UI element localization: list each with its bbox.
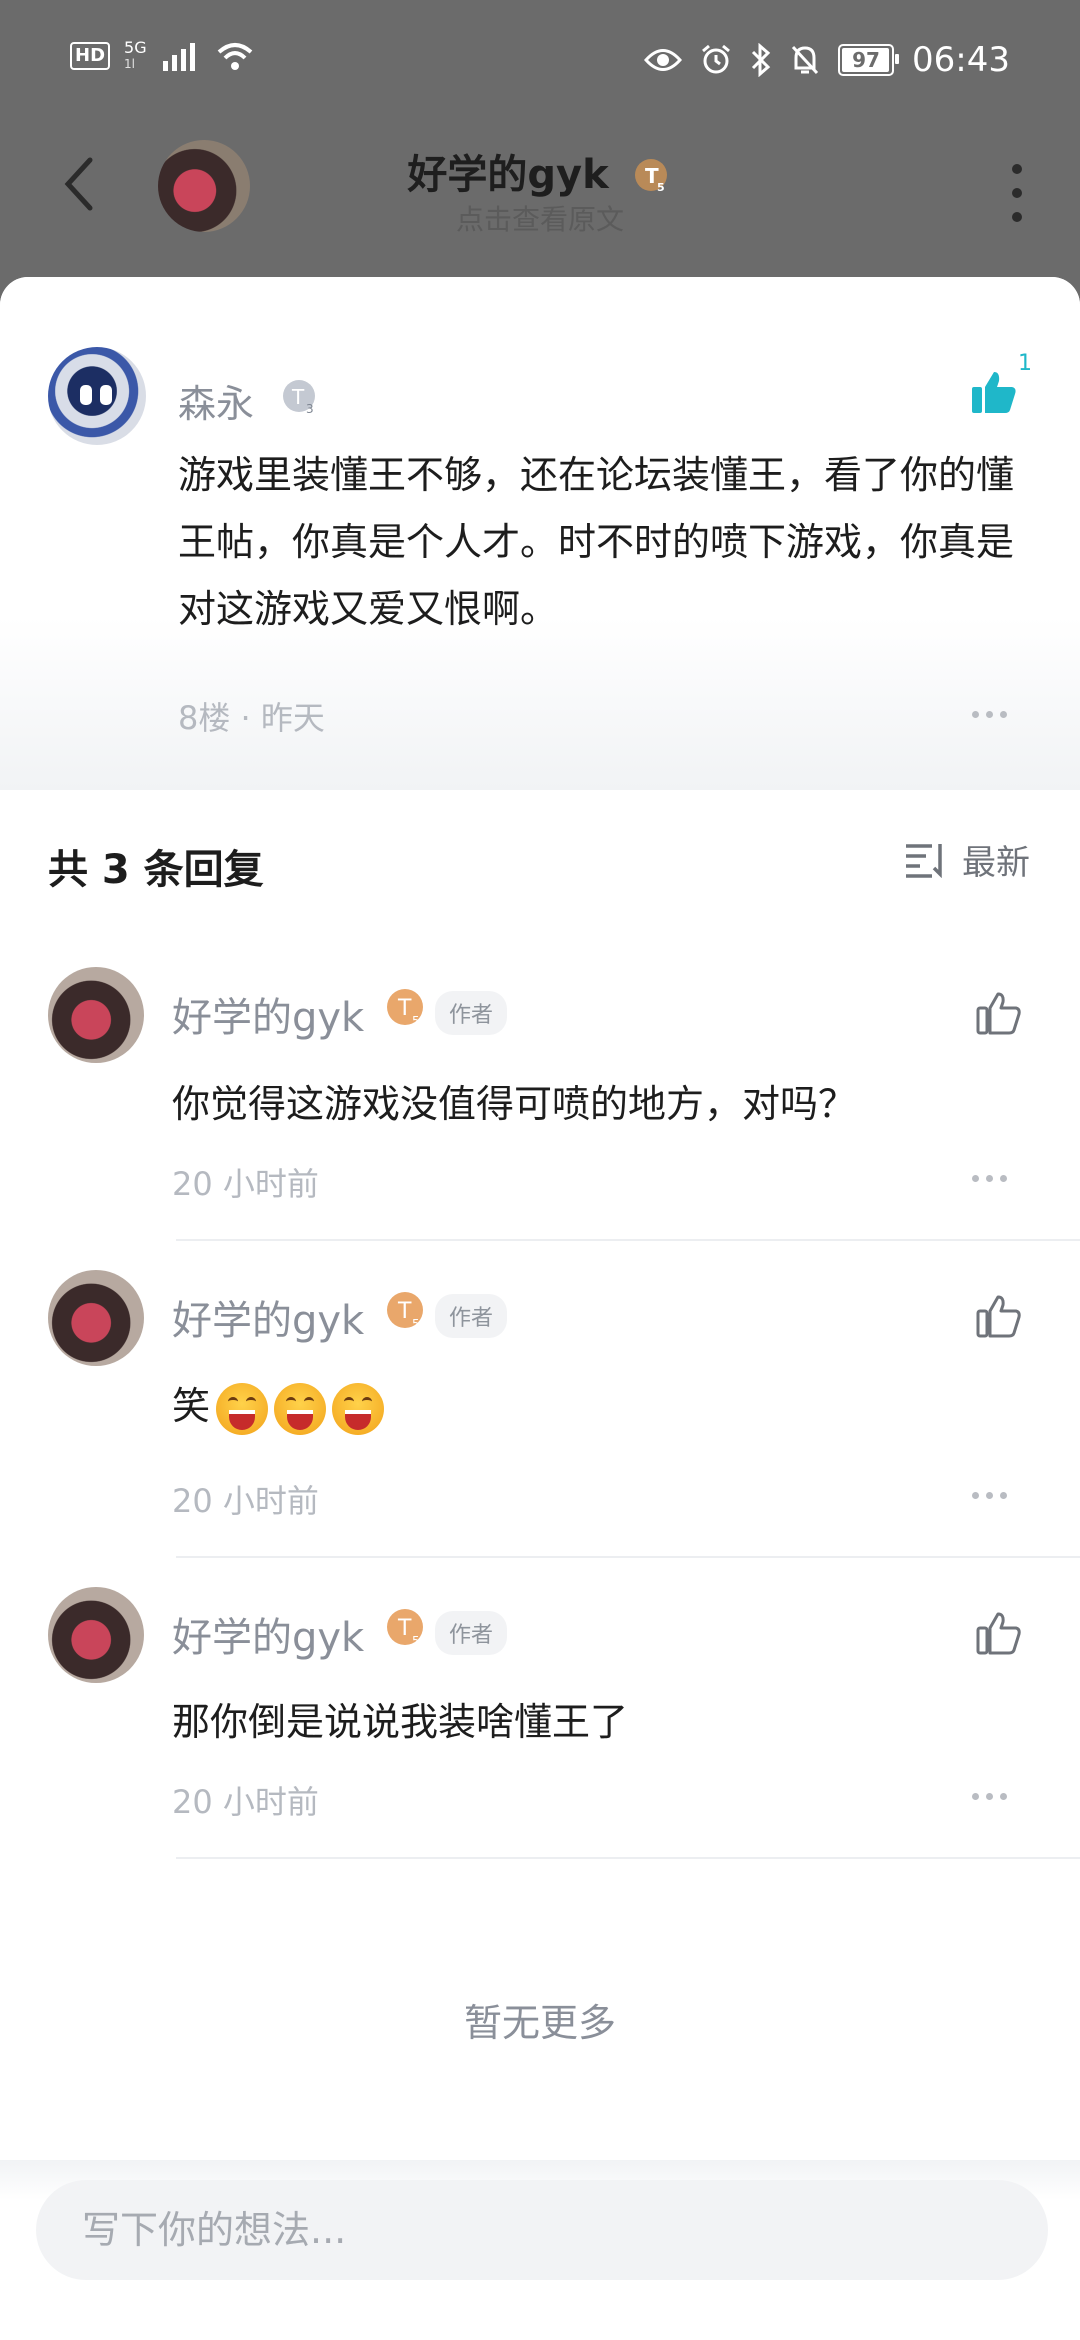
avatar[interactable] <box>48 967 144 1063</box>
header-title[interactable]: 好学的gyk T5 <box>0 142 1080 200</box>
author-badge: 作者 <box>435 1294 508 1338</box>
reply-text-label: 笑 <box>172 1384 211 1428</box>
thumbs-up-icon <box>976 1612 1021 1655</box>
reply-time: 20 小时前 <box>172 1482 319 1520</box>
avatar[interactable] <box>48 1587 144 1683</box>
author-badge: 作者 <box>435 1611 508 1655</box>
like-button[interactable] <box>976 1294 1022 1338</box>
svg-text:5: 5 <box>657 181 665 194</box>
comment-author[interactable]: 森永 <box>178 373 254 428</box>
reply-author[interactable]: 好学的gyk <box>172 1605 364 1663</box>
avatar[interactable] <box>48 347 146 445</box>
mute-bell-icon <box>791 45 819 75</box>
reply-text: 那你倒是说说我装啥懂王了 <box>172 1700 629 1744</box>
avatar[interactable] <box>48 1270 144 1366</box>
like-button[interactable]: 1 <box>970 351 1032 415</box>
thumbs-up-icon <box>976 1295 1021 1338</box>
level-badge-icon: T5 <box>385 987 429 1031</box>
status-bar: HD 5G 1l 97 06:43 <box>0 0 1080 120</box>
comment-more-button[interactable] <box>972 711 1007 718</box>
wifi-icon <box>217 43 252 70</box>
reply-time: 20 小时前 <box>172 1783 319 1821</box>
reply-input[interactable]: 写下你的想法... <box>36 2180 1048 2280</box>
divider <box>176 1556 1080 1558</box>
clock: 06:43 <box>912 40 1010 80</box>
svg-text:5: 5 <box>412 1317 420 1331</box>
list-item: 好学的gyk T5 作者 那你倒是说说我装啥懂王了 20 小时前 <box>0 1587 1080 1887</box>
divider <box>176 1857 1080 1859</box>
grin-emoji-icon <box>216 1382 269 1435</box>
svg-text:5: 5 <box>412 1014 420 1028</box>
list-item: 好学的gyk T5 作者 笑 20 小时前 <box>0 1270 1080 1580</box>
header-title-text: 好学的gyk <box>407 152 609 198</box>
thumbs-up-icon <box>976 992 1021 1035</box>
svg-text:T: T <box>397 996 412 1021</box>
reply-more-button[interactable] <box>972 1492 1007 1499</box>
grin-emoji-icon <box>274 1382 327 1435</box>
sort-button[interactable]: 最新 <box>904 835 1030 884</box>
level-badge-icon: T5 <box>385 1607 429 1651</box>
like-count: 1 <box>1018 351 1032 376</box>
network-sub-label: 1l <box>124 57 135 71</box>
comment-meta: 8楼 · 昨天 <box>178 699 325 737</box>
more-options-button[interactable] <box>1012 164 1022 222</box>
header-subtitle[interactable]: 点击查看原文 <box>0 198 1080 238</box>
status-right: 97 06:43 <box>644 40 1010 80</box>
battery-indicator: 97 <box>838 44 900 76</box>
reply-author[interactable]: 好学的gyk <box>172 1288 364 1346</box>
network-label: 5G <box>124 38 147 57</box>
sort-icon <box>906 843 942 878</box>
status-left: HD 5G 1l <box>70 40 255 72</box>
replies-sheet: 森永 T3 1 游戏里装懂王不够，还在论坛装懂王，看了你的懂王帖，你真是个人才。… <box>0 277 1080 2340</box>
top-bar: 好学的gyk T5 点击查看原文 <box>0 120 1080 275</box>
level-badge-icon: T5 <box>633 157 673 197</box>
svg-text:5: 5 <box>412 1634 420 1648</box>
signal-icon <box>162 43 195 71</box>
comment-text: 游戏里装懂王不够，还在论坛装懂王，看了你的懂王帖，你真是个人才。时不时的喷下游戏… <box>178 453 1015 631</box>
alarm-icon <box>702 44 730 74</box>
no-more-label: 暂无更多 <box>463 2001 616 2045</box>
sort-label: 最新 <box>962 843 1030 883</box>
list-item: 好学的gyk T5 作者 你觉得这游戏没值得可喷的地方，对吗？ 20 小时前 <box>0 967 1080 1267</box>
level-badge-icon: T3 <box>280 377 322 419</box>
like-button[interactable] <box>976 1611 1022 1655</box>
battery-label: 97 <box>852 48 880 72</box>
svg-text:3: 3 <box>306 402 314 416</box>
reply-author[interactable]: 好学的gyk <box>172 985 364 1043</box>
level-badge-icon: T5 <box>385 1290 429 1334</box>
reply-text: 笑 <box>172 1375 385 1435</box>
composer-bar: 写下你的想法... <box>0 2160 1080 2340</box>
svg-text:T: T <box>397 1616 412 1641</box>
hd-badge: HD <box>70 42 111 70</box>
thumbs-up-filled-icon <box>972 372 1016 413</box>
main-comment: 森永 T3 1 游戏里装懂王不够，还在论坛装懂王，看了你的懂王帖，你真是个人才。… <box>0 277 1080 790</box>
svg-text:T: T <box>397 1299 412 1324</box>
svg-text:T: T <box>291 385 305 409</box>
reply-more-button[interactable] <box>972 1175 1007 1182</box>
grin-emoji-icon <box>332 1382 385 1435</box>
divider <box>176 1239 1080 1241</box>
replies-count-heading: 共 3 条回复 <box>48 847 264 893</box>
reply-text: 你觉得这游戏没值得可喷的地方，对吗？ <box>172 1082 857 1126</box>
like-button[interactable] <box>976 991 1022 1035</box>
eye-icon <box>644 49 683 71</box>
reply-time: 20 小时前 <box>172 1165 319 1203</box>
bluetooth-icon <box>751 43 771 77</box>
reply-more-button[interactable] <box>972 1793 1007 1800</box>
network-indicator: 5G 1l <box>124 40 147 72</box>
author-badge: 作者 <box>435 991 508 1035</box>
